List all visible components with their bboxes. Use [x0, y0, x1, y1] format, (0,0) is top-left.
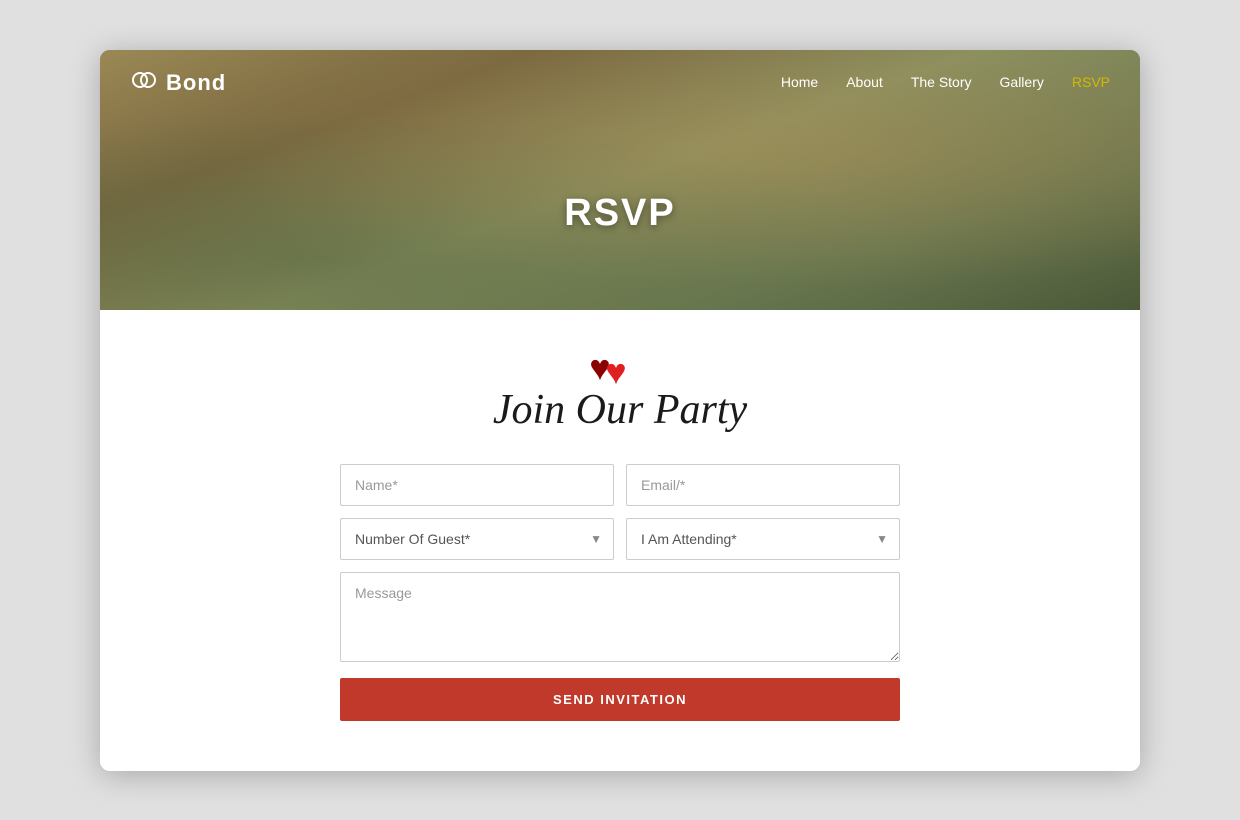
attending-select[interactable]: I Am Attending* Yes No Maybe: [626, 518, 900, 560]
rsvp-form: Number Of Guest* 1 2 3 4 5+ ▼ I Am Atten…: [340, 464, 900, 721]
section-title: Join Our Party: [493, 387, 747, 433]
logo[interactable]: Bond: [130, 68, 226, 99]
nav-item-rsvp[interactable]: RSVP: [1072, 74, 1110, 92]
email-input[interactable]: [626, 464, 900, 506]
nav-link-about[interactable]: About: [846, 74, 883, 90]
send-invitation-button[interactable]: SEND INVITATION: [340, 678, 900, 721]
guests-select-wrapper: Number Of Guest* 1 2 3 4 5+ ▼: [340, 518, 614, 560]
name-input[interactable]: [340, 464, 614, 506]
form-row-guests-attending: Number Of Guest* 1 2 3 4 5+ ▼ I Am Atten…: [340, 518, 900, 560]
nav-links: Home About The Story Gallery RSVP: [781, 74, 1110, 92]
hero-title-text: RSVP: [564, 192, 675, 235]
logo-icon: [130, 68, 158, 99]
heart-icon-2: ♥: [605, 354, 626, 390]
section-header: ♥ ♥ Join Our Party: [130, 350, 1110, 434]
nav-item-story[interactable]: The Story: [911, 74, 972, 92]
browser-window: Bond Home About The Story Gallery RSVP: [100, 50, 1140, 771]
nav-item-about[interactable]: About: [846, 74, 883, 92]
hero-section: Bond Home About The Story Gallery RSVP: [100, 50, 1140, 310]
form-row-name-email: [340, 464, 900, 506]
hearts-decoration: ♥ ♥: [589, 350, 650, 386]
nav-link-gallery[interactable]: Gallery: [1000, 74, 1044, 90]
nav-link-rsvp[interactable]: RSVP: [1072, 74, 1110, 90]
message-textarea[interactable]: [340, 572, 900, 662]
nav-item-home[interactable]: Home: [781, 74, 818, 92]
brand-name: Bond: [166, 70, 226, 96]
attending-select-wrapper: I Am Attending* Yes No Maybe ▼: [626, 518, 900, 560]
navbar: Bond Home About The Story Gallery RSVP: [100, 50, 1140, 117]
main-content: ♥ ♥ Join Our Party Number Of Guest* 1: [100, 310, 1140, 771]
nav-item-gallery[interactable]: Gallery: [1000, 74, 1044, 92]
hero-title: RSVP: [100, 117, 1140, 310]
nav-link-home[interactable]: Home: [781, 74, 818, 90]
nav-link-story[interactable]: The Story: [911, 74, 972, 90]
guests-select[interactable]: Number Of Guest* 1 2 3 4 5+: [340, 518, 614, 560]
